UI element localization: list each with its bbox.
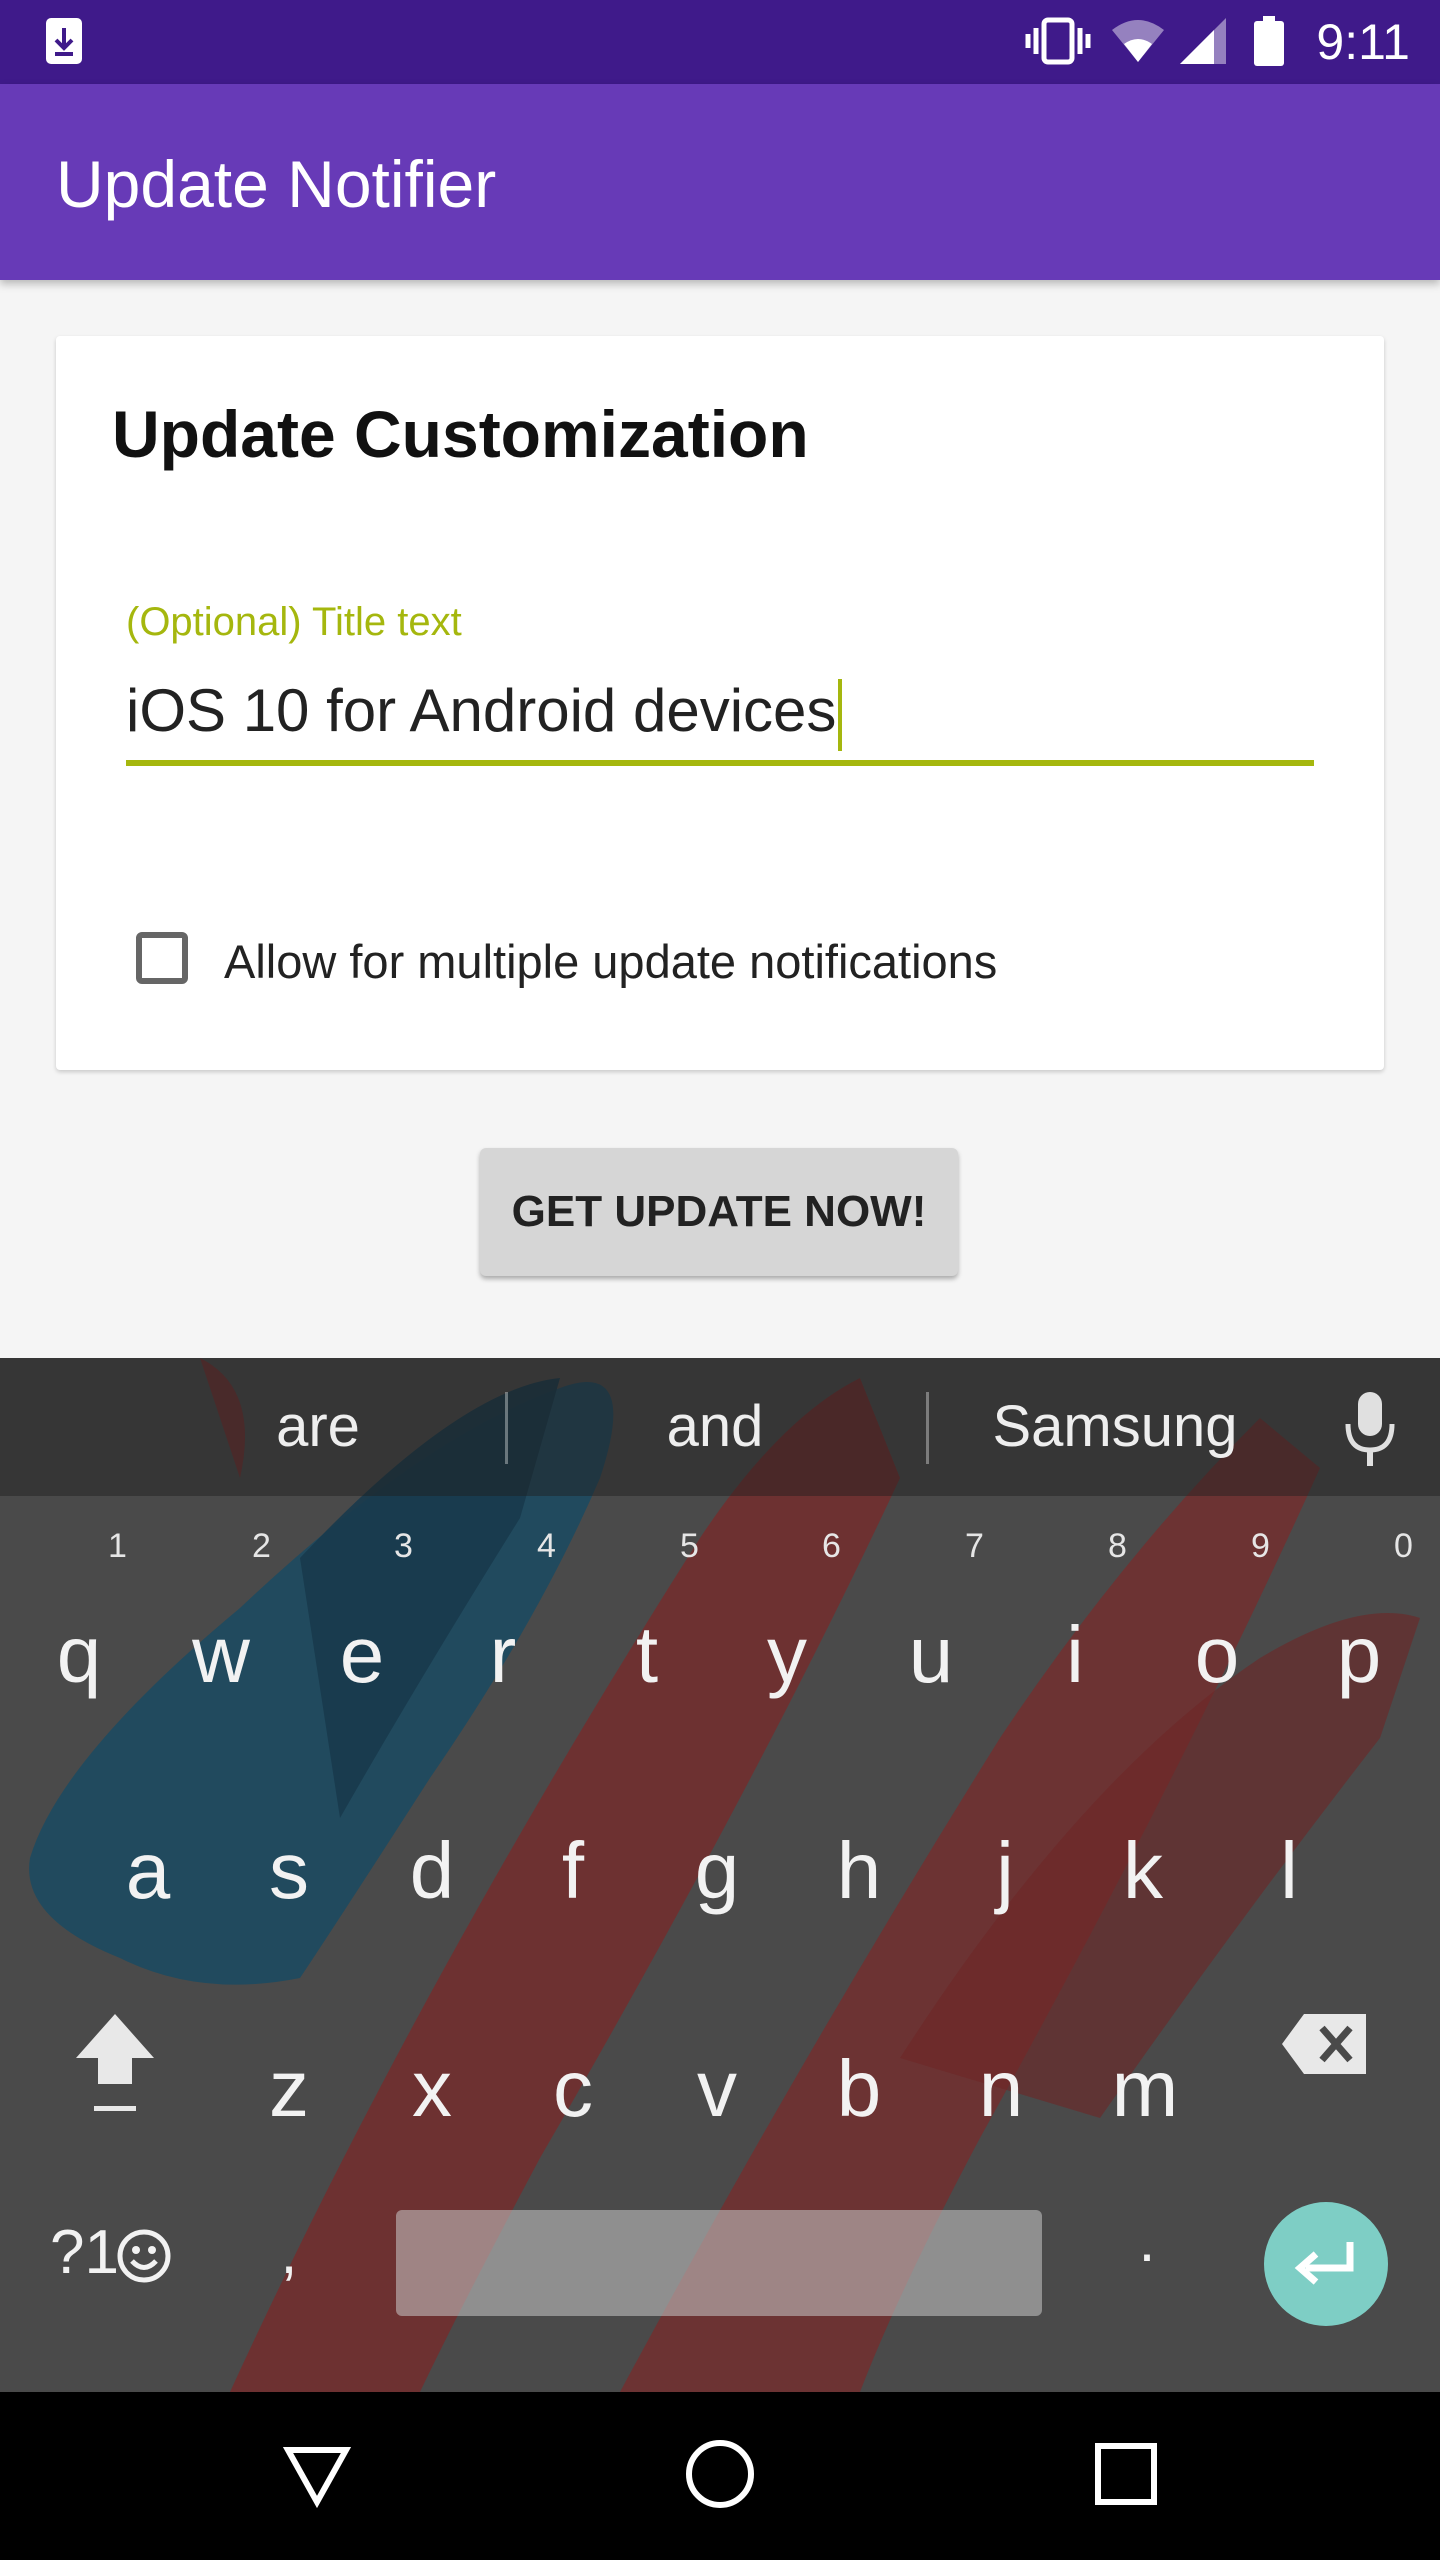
key-j[interactable]: j: [960, 1826, 1050, 1916]
wifi-icon: [1112, 20, 1164, 62]
key-x[interactable]: x: [387, 2044, 477, 2134]
suggestion-2[interactable]: and: [615, 1392, 815, 1462]
app-title: Update Notifier: [56, 147, 497, 221]
microphone-icon[interactable]: [1340, 1390, 1400, 1470]
suggestion-divider: [926, 1392, 929, 1464]
key-hint-0: 0: [1394, 1527, 1413, 1565]
symbols-key-label: ?1: [50, 2218, 119, 2287]
enter-arrow-icon: [1294, 2242, 1354, 2285]
input-underline: [126, 760, 1314, 766]
key-hint-5: 5: [680, 1527, 699, 1565]
card-title: Update Customization: [112, 397, 809, 471]
multiple-notifications-label[interactable]: Allow for multiple update notifications: [224, 934, 997, 990]
title-text-field-label: (Optional) Title text: [126, 600, 462, 644]
status-bar: 9:11: [0, 0, 1440, 84]
key-hint-2: 2: [252, 1527, 271, 1565]
key-y[interactable]: y: [742, 1610, 832, 1700]
key-s[interactable]: s: [244, 1826, 334, 1916]
multiple-notifications-checkbox[interactable]: [136, 932, 188, 984]
key-b[interactable]: b: [814, 2044, 904, 2134]
text-cursor: [838, 679, 843, 752]
shift-icon[interactable]: [70, 2008, 160, 2118]
key-k[interactable]: k: [1098, 1826, 1188, 1916]
key-o[interactable]: o: [1172, 1610, 1262, 1700]
key-t[interactable]: t: [602, 1610, 692, 1700]
title-text-input[interactable]: iOS 10 for Android devices: [126, 676, 843, 752]
customization-card: Update Customization (Optional) Title te…: [56, 336, 1384, 1070]
key-g[interactable]: g: [672, 1826, 762, 1916]
key-comma[interactable]: ,: [244, 2208, 334, 2298]
key-r[interactable]: r: [458, 1610, 548, 1700]
app-bar: Update Notifier: [0, 84, 1440, 280]
key-q[interactable]: q: [34, 1610, 124, 1700]
title-text-input-value: iOS 10 for Android devices: [126, 677, 837, 744]
key-h[interactable]: h: [814, 1826, 904, 1916]
key-hint-8: 8: [1108, 1527, 1127, 1565]
key-hint-6: 6: [822, 1527, 841, 1565]
vibrate-icon: [1025, 17, 1091, 65]
key-e[interactable]: e: [317, 1610, 407, 1700]
soft-keyboard: are and Samsung 1 2 3 4 5 6 7 8 9 0 q w …: [0, 1358, 1440, 2392]
back-icon[interactable]: [282, 2440, 352, 2510]
enter-key[interactable]: [1264, 2202, 1388, 2326]
recents-icon[interactable]: [1094, 2442, 1158, 2506]
key-c[interactable]: c: [528, 2044, 618, 2134]
suggestion-divider: [505, 1392, 508, 1464]
key-p[interactable]: p: [1314, 1610, 1404, 1700]
key-a[interactable]: a: [103, 1826, 193, 1916]
symbols-key[interactable]: ?1: [50, 2218, 119, 2288]
key-hint-7: 7: [965, 1527, 984, 1565]
spacebar[interactable]: [396, 2210, 1042, 2316]
key-u[interactable]: u: [886, 1610, 976, 1700]
cell-signal-icon: [1180, 18, 1226, 64]
key-hint-1: 1: [108, 1527, 127, 1565]
key-i[interactable]: i: [1030, 1610, 1120, 1700]
download-notification-icon: [46, 18, 82, 64]
key-f[interactable]: f: [528, 1826, 618, 1916]
key-d[interactable]: d: [387, 1826, 477, 1916]
key-hint-9: 9: [1251, 1527, 1270, 1565]
home-icon[interactable]: [684, 2438, 756, 2510]
get-update-button[interactable]: GET UPDATE NOW!: [480, 1148, 958, 1276]
key-v[interactable]: v: [672, 2044, 762, 2134]
suggestion-strip: are and Samsung: [0, 1358, 1440, 1496]
status-time: 9:11: [1316, 14, 1410, 70]
suggestion-1[interactable]: are: [218, 1392, 418, 1462]
key-n[interactable]: n: [956, 2044, 1046, 2134]
key-l[interactable]: l: [1244, 1826, 1334, 1916]
backspace-icon[interactable]: [1280, 2008, 1372, 2080]
key-w[interactable]: w: [176, 1610, 266, 1700]
key-hint-4: 4: [537, 1527, 556, 1565]
battery-icon: [1254, 16, 1284, 66]
key-z[interactable]: z: [244, 2044, 334, 2134]
suggestion-3[interactable]: Samsung: [960, 1392, 1270, 1462]
key-period[interactable]: .: [1102, 2196, 1192, 2286]
key-m[interactable]: m: [1100, 2044, 1190, 2134]
emoji-icon[interactable]: [116, 2228, 172, 2284]
key-hint-3: 3: [394, 1527, 413, 1565]
navigation-bar: [0, 2392, 1440, 2560]
